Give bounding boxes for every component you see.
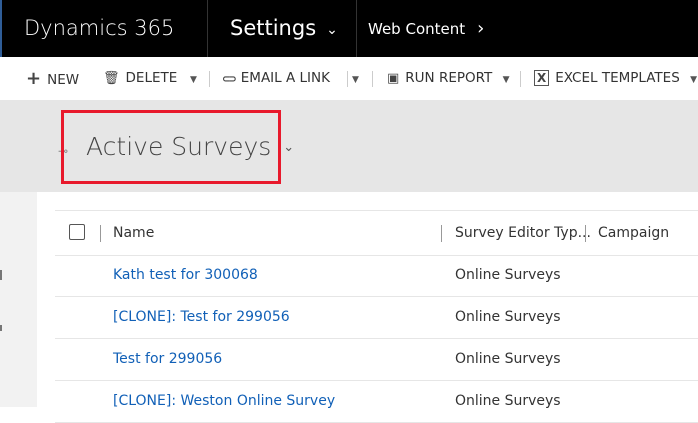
record-name-link[interactable]: Kath test for 300068 [113, 255, 258, 296]
delete-more-dropdown[interactable]: ▼ [190, 57, 197, 100]
settings-area-label: Settings [230, 16, 317, 40]
record-name-link[interactable]: [CLONE]: Weston Online Survey [113, 381, 335, 422]
email-a-link-label: EMAIL A LINK [240, 70, 330, 86]
command-bar: + NEW 🗑 DELETE ▼ ⊂⊃ EMAIL A LINK ▼ ▣ RUN REP… [0, 57, 698, 101]
web-content-subarea[interactable]: Web Content › [368, 0, 484, 57]
new-button[interactable]: + NEW [26, 57, 79, 100]
column-separator[interactable] [441, 225, 442, 242]
left-edge-marker [0, 270, 2, 280]
column-header-campaign[interactable]: Campaign [598, 211, 669, 255]
view-title: Active Surveys [86, 132, 272, 161]
view-selector[interactable]: ⊸ Active Surveys ⌄ [58, 127, 294, 167]
left-edge-marker [0, 325, 2, 331]
web-content-label: Web Content [368, 20, 466, 38]
command-separator [209, 71, 210, 87]
command-separator [347, 71, 348, 87]
caret-down-icon: ▼ [352, 75, 359, 85]
app-brand[interactable]: Dynamics 365 [24, 0, 174, 57]
settings-area-menu[interactable]: Settings ⌄ [230, 0, 338, 57]
record-name-link[interactable]: Test for 299056 [113, 339, 222, 380]
left-panel [0, 192, 37, 407]
new-button-label: NEW [47, 72, 80, 88]
chevron-right-icon: › [477, 18, 485, 39]
link-icon: ⊂⊃ [222, 74, 237, 85]
records-grid: Name Survey Editor Typ... Campaign Kath … [37, 192, 698, 423]
survey-editor-type-cell: Online Surveys [455, 393, 561, 409]
table-row[interactable]: [CLONE]: Weston Online Survey Online Sur… [55, 381, 698, 423]
survey-editor-type-cell: Online Surveys [455, 351, 561, 367]
caret-down-icon: ▼ [502, 75, 510, 85]
run-report-button[interactable]: ▣ RUN REPORT ▼ [387, 57, 510, 100]
chevron-down-icon: ⌄ [326, 22, 338, 38]
command-separator [520, 71, 521, 87]
caret-down-icon: ▼ [190, 75, 197, 85]
run-report-label: RUN REPORT [405, 70, 493, 86]
select-all-checkbox[interactable] [69, 224, 85, 240]
column-header-survey-editor-type[interactable]: Survey Editor Typ... [455, 211, 591, 255]
excel-templates-label: EXCEL TEMPLATES [555, 70, 680, 86]
record-name-link[interactable]: [CLONE]: Test for 299056 [113, 297, 290, 338]
top-navigation-bar: Dynamics 365 Settings ⌄ Web Content › [0, 0, 698, 57]
excel-icon: X [534, 70, 550, 86]
survey-editor-type-cell: Online Surveys [455, 309, 561, 325]
column-separator[interactable] [100, 225, 101, 242]
email-more-dropdown[interactable]: ▼ [352, 57, 359, 100]
chevron-down-icon: ⌄ [283, 140, 295, 155]
survey-editor-type-cell: Online Surveys [455, 267, 561, 283]
table-row[interactable]: [CLONE]: Test for 299056 Online Surveys [55, 297, 698, 339]
table-row[interactable]: Kath test for 300068 Online Surveys [55, 255, 698, 297]
column-separator[interactable] [585, 225, 586, 242]
pin-icon[interactable]: ⊸ [58, 131, 86, 171]
trash-icon: 🗑 [103, 71, 120, 86]
email-a-link-button[interactable]: ⊂⊃ EMAIL A LINK [222, 57, 330, 100]
delete-button-label: DELETE [125, 70, 178, 86]
nav-divider [207, 0, 208, 57]
table-row[interactable]: Test for 299056 Online Surveys [55, 339, 698, 381]
plus-icon: + [26, 68, 42, 89]
report-icon: ▣ [387, 71, 400, 86]
caret-down-icon: ▼ [690, 75, 697, 85]
command-separator [372, 71, 373, 87]
delete-button[interactable]: 🗑 DELETE [103, 57, 177, 100]
grid-header: Name Survey Editor Typ... Campaign [55, 210, 698, 256]
column-header-name[interactable]: Name [113, 211, 154, 255]
nav-divider [356, 0, 357, 57]
left-edge-accent [0, 0, 2, 57]
excel-templates-button[interactable]: X EXCEL TEMPLATES ▼ [534, 57, 697, 100]
